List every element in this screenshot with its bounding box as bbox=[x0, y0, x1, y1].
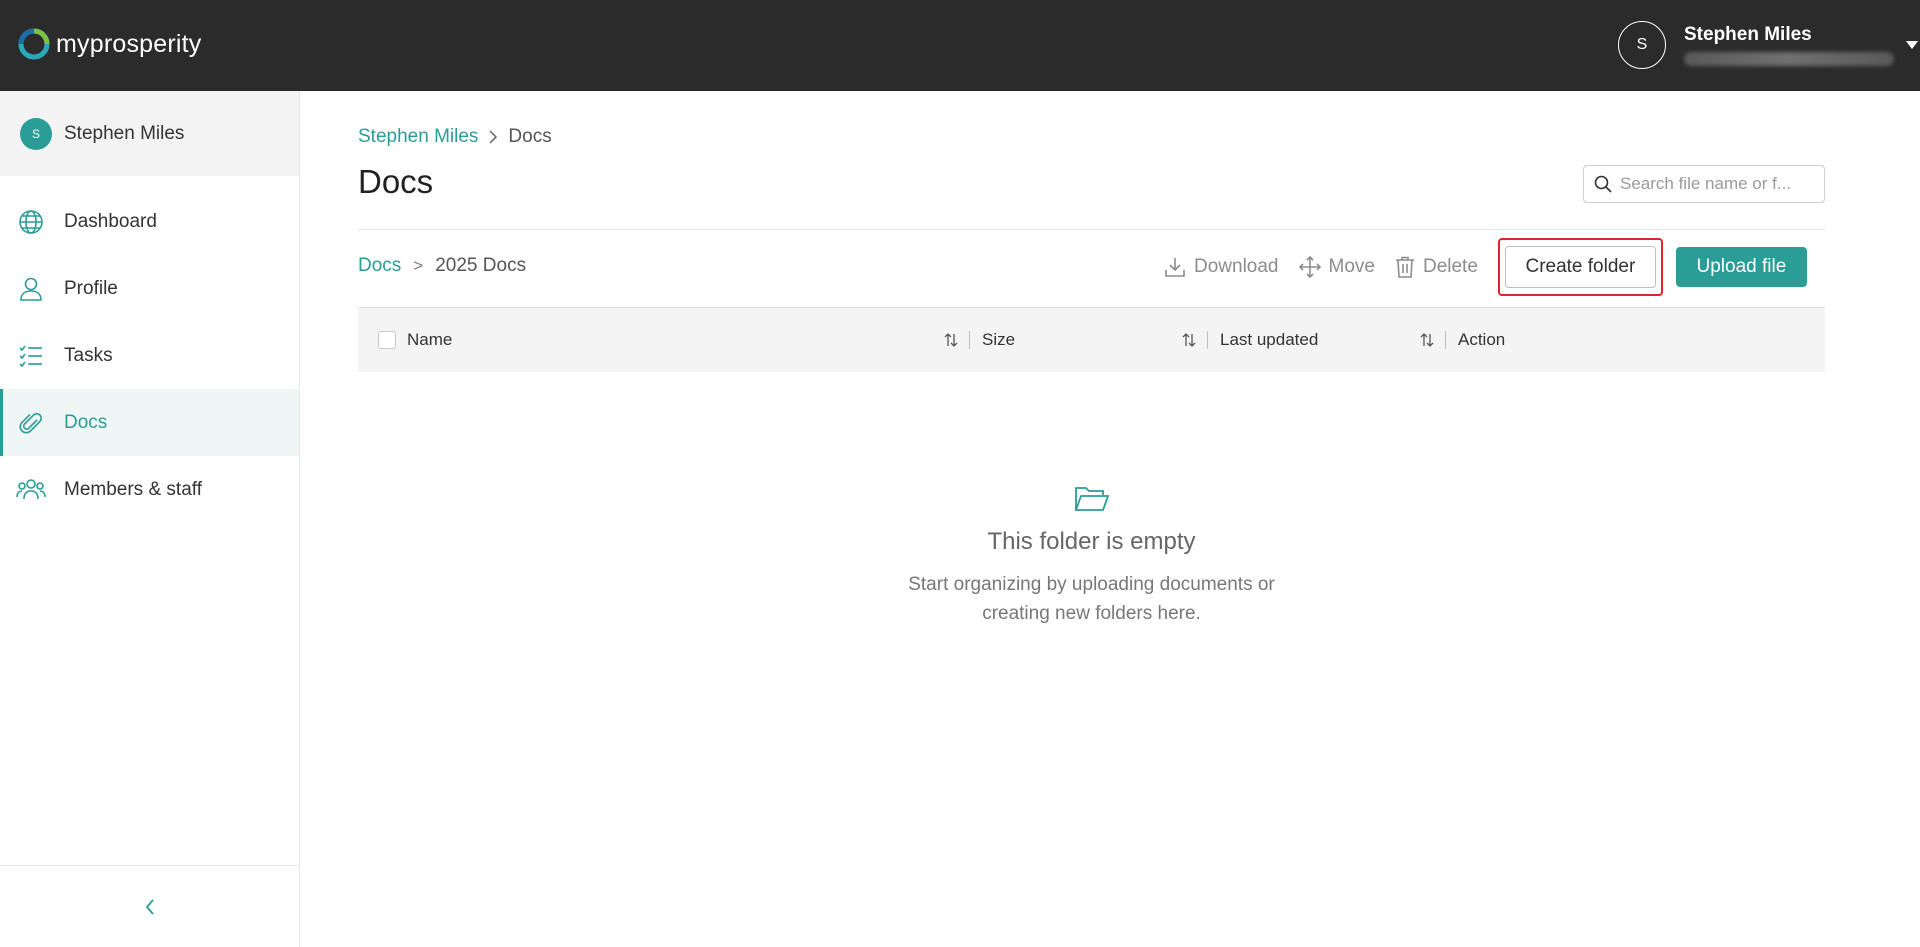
sort-icon bbox=[944, 333, 958, 347]
sidebar-footer bbox=[0, 865, 299, 947]
sidebar-item-label: Members & staff bbox=[64, 478, 202, 500]
delete-label: Delete bbox=[1422, 256, 1478, 277]
sidebar-item-label: Profile bbox=[64, 277, 118, 299]
move-icon bbox=[1298, 256, 1321, 278]
folder-breadcrumb-current: 2025 Docs bbox=[435, 255, 527, 276]
column-header-size: Size bbox=[970, 308, 1208, 372]
chevron-left-icon bbox=[145, 898, 154, 915]
sidebar-item-tasks[interactable]: Tasks bbox=[0, 322, 299, 389]
sidebar-nav: Dashboard Profile Tasks Docs Members & s… bbox=[0, 188, 299, 523]
breadcrumb-root-link[interactable]: Stephen Miles bbox=[358, 126, 478, 148]
sort-last-updated-button[interactable] bbox=[1419, 308, 1446, 372]
divider bbox=[358, 229, 1825, 230]
avatar[interactable]: S bbox=[1618, 21, 1666, 69]
column-label: Name bbox=[407, 330, 453, 349]
logo-icon bbox=[18, 28, 50, 60]
sort-icon bbox=[1420, 333, 1434, 347]
file-toolbar: Download Move Delete Create folder Uploa… bbox=[1164, 238, 1807, 296]
column-header-last-updated: Last updated bbox=[1208, 308, 1446, 372]
logo-text: myprosperity bbox=[56, 29, 202, 58]
sidebar-user[interactable]: S Stephen Miles bbox=[0, 91, 299, 176]
empty-state-title: This folder is empty bbox=[987, 528, 1196, 555]
empty-state-line: creating new folders here. bbox=[982, 603, 1201, 624]
checklist-icon bbox=[16, 341, 46, 371]
globe-icon bbox=[16, 207, 46, 237]
sidebar: S Stephen Miles Dashboard Profile Tasks … bbox=[0, 91, 300, 947]
sidebar-item-docs[interactable]: Docs bbox=[0, 389, 299, 456]
search-icon bbox=[1594, 175, 1612, 193]
sort-name-button[interactable] bbox=[943, 308, 970, 372]
people-icon bbox=[16, 475, 46, 505]
sort-size-button[interactable] bbox=[1181, 308, 1208, 372]
download-icon bbox=[1165, 258, 1185, 277]
search-input[interactable] bbox=[1620, 174, 1815, 194]
open-folder-icon bbox=[1074, 487, 1109, 511]
sidebar-item-members-staff[interactable]: Members & staff bbox=[0, 456, 299, 523]
logo[interactable]: myprosperity bbox=[18, 28, 202, 60]
select-all-checkbox[interactable] bbox=[378, 331, 396, 349]
sidebar-item-label: Tasks bbox=[64, 344, 113, 366]
sidebar-user-name: Stephen Miles bbox=[64, 122, 185, 144]
folder-breadcrumb-root-link[interactable]: Docs bbox=[358, 255, 401, 277]
user-menu[interactable]: S Stephen Miles bbox=[1618, 21, 1918, 69]
move-label: Move bbox=[1328, 256, 1375, 277]
empty-state-line: Start organizing by uploading documents … bbox=[908, 574, 1275, 595]
paperclip-icon bbox=[16, 408, 46, 438]
sidebar-item-label: Dashboard bbox=[64, 210, 157, 232]
top-bar: myprosperity S Stephen Miles bbox=[0, 0, 1920, 91]
table-header: Name Size Last updated Action bbox=[358, 307, 1825, 372]
column-label: Last updated bbox=[1220, 330, 1319, 349]
delete-button[interactable]: Delete bbox=[1395, 256, 1478, 278]
create-folder-button[interactable]: Create folder bbox=[1504, 246, 1656, 288]
empty-state-description: Start organizing by uploading documents … bbox=[882, 570, 1302, 628]
collapse-sidebar-button[interactable] bbox=[134, 891, 166, 923]
folder-breadcrumb-separator: > bbox=[413, 256, 424, 275]
empty-state: This folder is empty Start organizing by… bbox=[358, 484, 1825, 628]
download-label: Download bbox=[1194, 256, 1279, 277]
search-box[interactable] bbox=[1583, 165, 1825, 203]
chevron-right-icon bbox=[488, 129, 498, 145]
user-info: Stephen Miles bbox=[1684, 24, 1894, 66]
upload-file-button[interactable]: Upload file bbox=[1675, 247, 1807, 287]
caret-down-icon[interactable] bbox=[1906, 41, 1918, 49]
create-folder-highlight: Create folder bbox=[1497, 238, 1663, 296]
sort-icon bbox=[1182, 333, 1196, 347]
column-label: Size bbox=[982, 330, 1016, 349]
breadcrumb-current: Docs bbox=[508, 126, 552, 147]
user-email-redacted bbox=[1684, 52, 1894, 66]
breadcrumb: Stephen Miles Docs bbox=[358, 126, 552, 148]
sidebar-item-label: Docs bbox=[64, 411, 108, 433]
page-title: Docs bbox=[358, 163, 434, 200]
column-label: Action bbox=[1458, 330, 1506, 349]
trash-icon bbox=[1395, 256, 1414, 278]
column-header-action: Action bbox=[1446, 308, 1505, 372]
user-name: Stephen Miles bbox=[1684, 24, 1812, 45]
sidebar-avatar: S bbox=[20, 117, 52, 150]
move-button[interactable]: Move bbox=[1298, 256, 1375, 278]
sidebar-item-profile[interactable]: Profile bbox=[0, 255, 299, 322]
sidebar-item-dashboard[interactable]: Dashboard bbox=[0, 188, 299, 255]
folder-breadcrumb: Docs > 2025 Docs bbox=[358, 255, 526, 277]
user-icon bbox=[16, 274, 46, 304]
download-button[interactable]: Download bbox=[1164, 256, 1279, 278]
column-header-name: Name bbox=[358, 308, 970, 372]
